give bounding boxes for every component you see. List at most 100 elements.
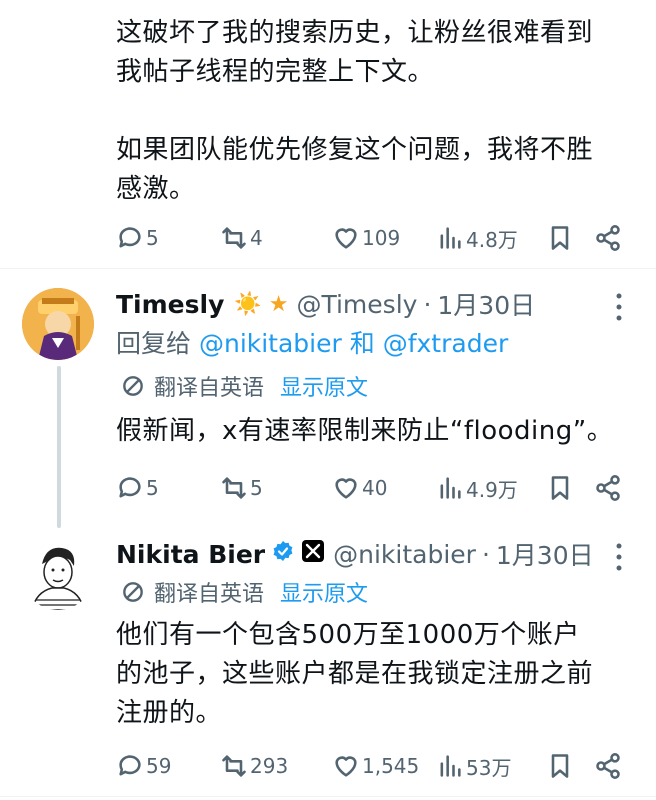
text-line: 感激。 — [116, 174, 196, 204]
like-count: 40 — [362, 476, 388, 500]
repost-button[interactable]: 293 — [220, 746, 288, 786]
action-bar: 5 4 109 4.8万 — [116, 218, 632, 258]
repost-button[interactable]: 4 — [220, 218, 263, 258]
tweet-date[interactable]: 1月30日 — [437, 286, 535, 322]
views-count: 4.8万 — [466, 227, 518, 252]
share-button[interactable] — [594, 218, 622, 258]
translation-info: 翻译自英语 显示原文 — [120, 576, 368, 608]
tweet-date[interactable]: 1月30日 — [496, 536, 594, 572]
views-icon — [440, 227, 461, 249]
like-button[interactable]: 109 — [332, 218, 400, 258]
reply-icon — [119, 227, 141, 248]
mention-link[interactable]: @fxtrader — [383, 329, 509, 358]
heart-icon — [335, 478, 357, 499]
show-original-link[interactable]: 显示原文 — [280, 576, 368, 608]
text-line: 如果团队能优先修复这个问题，我将不胜 — [116, 135, 594, 165]
heart-icon — [335, 228, 357, 249]
translated-label: 翻译自英语 — [154, 376, 265, 401]
tweet-text: 他们有一个包含500万至1000万个账户 的池子，这些账户都是在我锁定注册之前 … — [116, 616, 636, 733]
bookmark-icon — [551, 754, 569, 778]
views-button[interactable]: 4.8万 — [436, 218, 518, 258]
reply-icon — [119, 477, 141, 498]
bookmark-button[interactable] — [546, 468, 574, 508]
repost-count: 4 — [250, 226, 263, 250]
views-button[interactable]: 53万 — [436, 746, 511, 786]
name-emojis: ☀️ ★ — [234, 291, 289, 317]
bookmark-button[interactable] — [546, 746, 574, 786]
show-original-link[interactable]: 显示原文 — [280, 370, 368, 402]
reply-button[interactable]: 5 — [116, 468, 159, 508]
avatar[interactable] — [22, 288, 94, 360]
separator: · — [481, 539, 490, 569]
repost-button[interactable]: 5 — [220, 468, 263, 508]
tweet-header: Nikita Bier @nikitabier · 1月30日 — [116, 536, 594, 572]
more-icon — [616, 293, 622, 321]
reply-icon — [119, 755, 141, 776]
avatar-image — [22, 288, 94, 360]
reply-count: 59 — [146, 754, 172, 778]
top-tweet-text: 这破坏了我的搜索历史，让粉丝很难看到 我帖子线程的完整上下文。 如果团队能优先修… — [116, 14, 636, 209]
share-icon — [596, 225, 620, 251]
repost-count: 293 — [250, 754, 289, 778]
reply-to-line: 回复给 @nikitabier 和 @fxtrader — [116, 324, 508, 360]
like-count: 1,545 — [362, 754, 420, 778]
reply-and: 和 — [349, 329, 375, 358]
bookmark-icon — [551, 476, 569, 500]
bookmark-icon — [551, 226, 569, 250]
reply-prefix: 回复给 — [116, 329, 192, 358]
avatar[interactable] — [22, 538, 94, 610]
views-button[interactable]: 4.9万 — [436, 468, 518, 508]
mention-link[interactable]: @nikitabier — [199, 329, 342, 358]
repost-icon — [222, 477, 246, 499]
bookmark-button[interactable] — [546, 218, 574, 258]
more-options-button[interactable] — [612, 292, 626, 322]
views-icon — [440, 755, 461, 777]
text-line — [116, 92, 636, 131]
like-button[interactable]: 1,545 — [332, 746, 419, 786]
top-tweet: 这破坏了我的搜索历史，让粉丝很难看到 我帖子线程的完整上下文。 如果团队能优先修… — [0, 0, 656, 270]
author-name[interactable]: Timesly — [116, 290, 224, 319]
author-handle[interactable]: @nikitabier — [333, 540, 476, 569]
repost-icon — [222, 755, 246, 777]
verified-icon — [271, 539, 295, 569]
action-bar: 59 293 1,545 53万 — [116, 746, 632, 786]
share-icon — [596, 475, 620, 501]
repost-icon — [222, 227, 246, 249]
heart-icon — [335, 756, 357, 777]
translate-icon — [123, 582, 143, 602]
more-options-button[interactable] — [612, 542, 626, 572]
tweet-header: Timesly ☀️ ★ @Timesly · 1月30日 — [116, 286, 535, 322]
text-line: 他们有一个包含500万至1000万个账户 — [116, 620, 580, 650]
divider — [0, 268, 656, 269]
separator: · — [423, 289, 432, 319]
like-button[interactable]: 40 — [332, 468, 387, 508]
author-handle[interactable]: @Timesly — [296, 290, 417, 319]
x-affiliate-icon — [301, 539, 325, 569]
translated-label: 翻译自英语 — [154, 582, 265, 607]
share-button[interactable] — [594, 746, 622, 786]
repost-count: 5 — [250, 476, 263, 500]
reply-button[interactable]: 5 — [116, 218, 159, 258]
like-count: 109 — [362, 226, 401, 250]
reply-button[interactable]: 59 — [116, 746, 171, 786]
thread-line — [57, 366, 61, 528]
translate-icon — [123, 376, 143, 396]
author-name[interactable]: Nikita Bier — [116, 540, 265, 569]
avatar-image — [22, 538, 94, 610]
share-button[interactable] — [594, 468, 622, 508]
views-count: 4.9万 — [466, 477, 518, 502]
translation-info: 翻译自英语 显示原文 — [120, 370, 368, 402]
views-count: 53万 — [466, 755, 512, 780]
text-line: 这破坏了我的搜索历史，让粉丝很难看到 — [116, 18, 594, 48]
reply-count: 5 — [146, 476, 159, 500]
reply-count: 5 — [146, 226, 159, 250]
share-icon — [596, 753, 620, 779]
divider — [0, 796, 656, 797]
views-icon — [440, 477, 461, 499]
action-bar: 5 5 40 4.9万 — [116, 468, 632, 508]
tweet-text: 假新闻，x有速率限制来防止“flooding”。 — [116, 416, 614, 446]
more-icon — [616, 543, 622, 571]
text-line: 的池子，这些账户都是在我锁定注册之前 — [116, 659, 594, 689]
text-line: 我帖子线程的完整上下文。 — [116, 57, 435, 87]
text-line: 注册的。 — [116, 698, 223, 728]
